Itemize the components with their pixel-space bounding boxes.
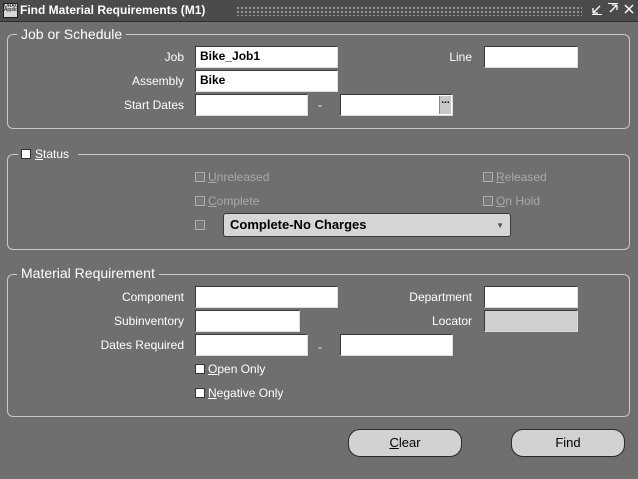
negative-only-label: Negative Only xyxy=(208,386,284,400)
open-only-checkbox[interactable] xyxy=(195,364,205,374)
line-input[interactable] xyxy=(484,46,578,68)
open-only-label: Open Only xyxy=(208,362,266,376)
assembly-label: Assembly xyxy=(131,74,184,88)
minimize-icon[interactable] xyxy=(590,3,604,17)
job-label: Job xyxy=(164,50,184,64)
material-legend: Material Requirement xyxy=(17,265,159,281)
oracle-app-icon: ORACLE Applications xyxy=(3,3,18,18)
other-status-checkbox[interactable] xyxy=(195,220,205,230)
assembly-input[interactable]: Bike xyxy=(195,70,338,92)
locator-input[interactable] xyxy=(484,310,578,332)
negative-only-checkbox[interactable] xyxy=(195,388,205,398)
status-select-value: Complete-No Charges xyxy=(230,217,367,232)
app-icon-text: ORACLE Applications xyxy=(4,3,18,13)
dates-required-separator: - xyxy=(318,340,322,354)
start-dates-separator: - xyxy=(318,98,322,112)
window-title: Find Material Requirements (M1) xyxy=(20,3,206,17)
unreleased-checkbox[interactable] xyxy=(195,172,205,182)
released-checkbox[interactable] xyxy=(483,172,493,182)
status-legend: Status xyxy=(18,146,78,162)
dates-required-label: Dates Required xyxy=(100,338,184,352)
clear-button[interactable]: Clear xyxy=(348,429,462,457)
complete-checkbox[interactable] xyxy=(195,196,205,206)
on-hold-label: On Hold xyxy=(496,194,541,208)
titlebar-grip xyxy=(236,6,582,16)
department-input[interactable] xyxy=(484,286,578,308)
subinventory-input[interactable] xyxy=(195,310,300,332)
job-input[interactable]: Bike_Job1 xyxy=(195,46,338,68)
start-date-from-input[interactable] xyxy=(195,94,308,116)
find-button[interactable]: Find xyxy=(511,429,625,457)
status-checkbox[interactable] xyxy=(21,149,31,159)
close-icon[interactable] xyxy=(622,3,636,17)
locator-label: Locator xyxy=(431,314,472,328)
line-label: Line xyxy=(449,50,472,64)
component-label: Component xyxy=(121,290,184,304)
start-dates-label: Start Dates xyxy=(123,98,184,112)
status-select[interactable]: Complete-No Charges ▼ xyxy=(223,213,511,237)
subinventory-label: Subinventory xyxy=(113,314,184,328)
calendar-lov-icon[interactable]: ... xyxy=(439,96,451,114)
start-date-to-input[interactable] xyxy=(340,94,453,116)
component-input[interactable] xyxy=(195,286,338,308)
unreleased-label: Unreleased xyxy=(208,170,270,184)
on-hold-checkbox[interactable] xyxy=(483,196,493,206)
department-label: Department xyxy=(409,290,472,304)
status-label: Status xyxy=(35,147,70,161)
job-schedule-legend: Job or Schedule xyxy=(17,26,127,42)
complete-label: Complete xyxy=(208,194,260,208)
dates-required-from-input[interactable] xyxy=(195,334,308,356)
released-label: Released xyxy=(496,170,547,184)
chevron-down-icon: ▼ xyxy=(496,221,504,230)
maximize-icon[interactable] xyxy=(606,3,620,17)
dates-required-to-input[interactable] xyxy=(340,334,453,356)
